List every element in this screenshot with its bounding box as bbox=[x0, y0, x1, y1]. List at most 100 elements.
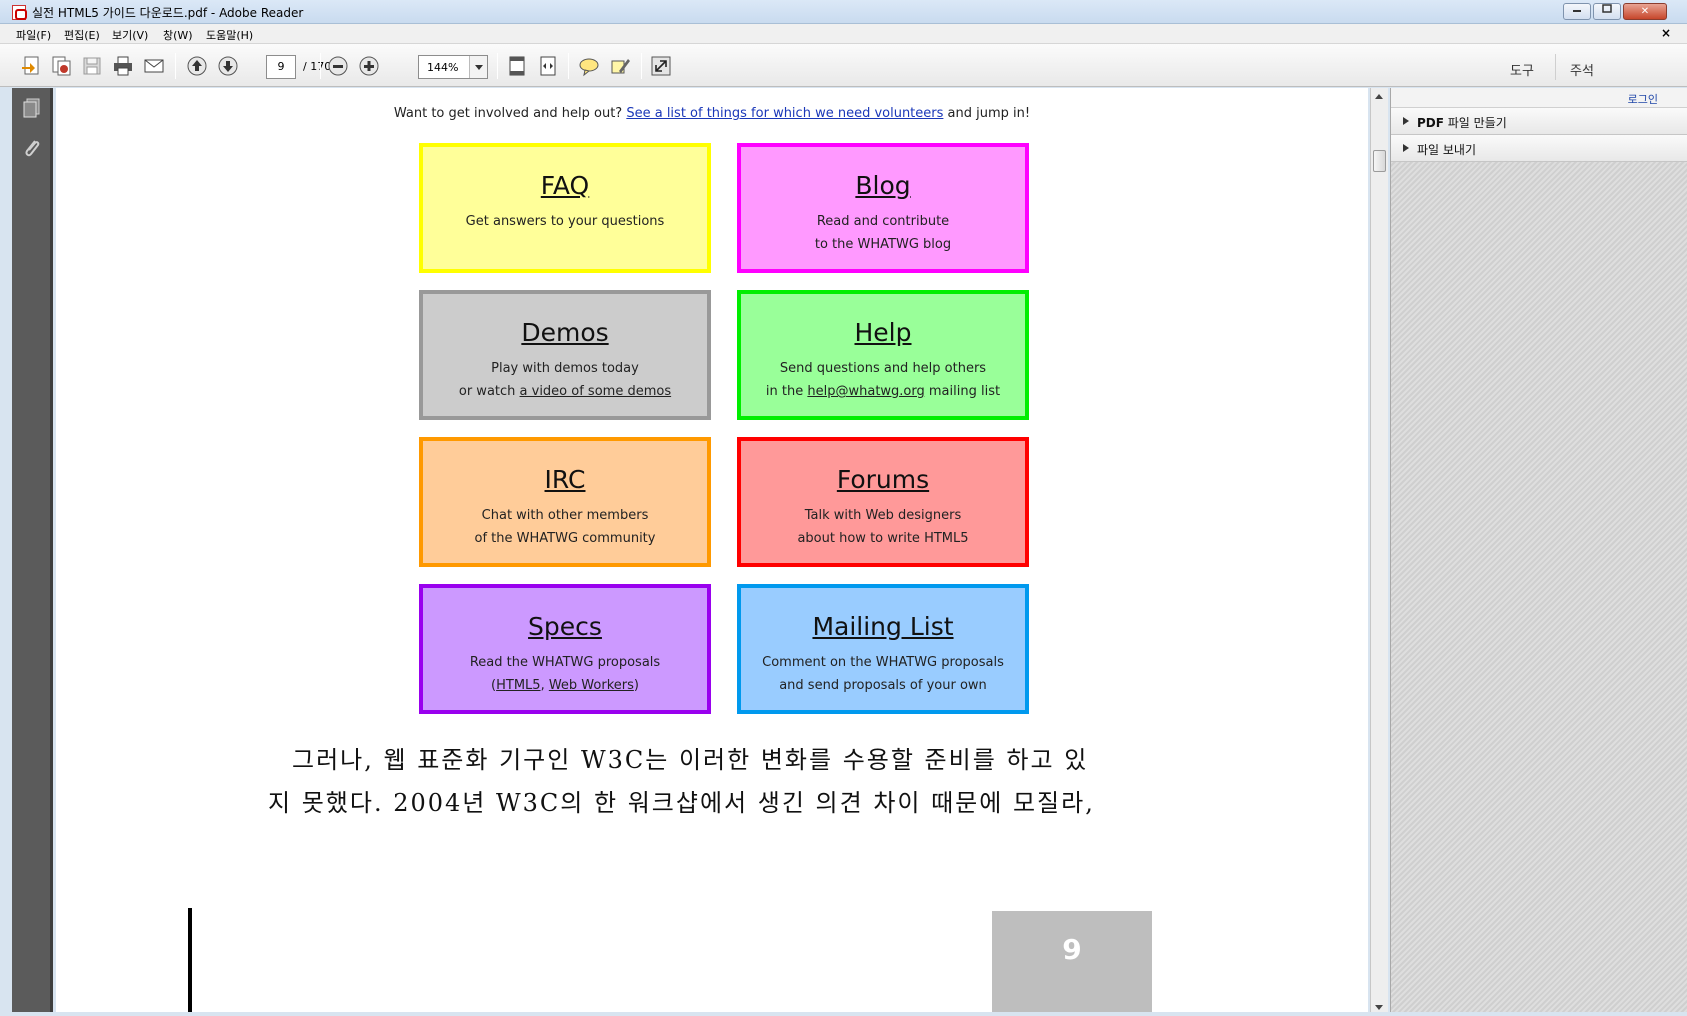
zoom-in-button[interactable] bbox=[356, 53, 382, 79]
irc-description-line2: of the WHATWG community bbox=[474, 531, 656, 546]
menu-file[interactable]: 파일(F) bbox=[16, 27, 51, 43]
menu-edit[interactable]: 편집(E) bbox=[64, 27, 100, 43]
comment-icon bbox=[579, 58, 599, 77]
volunteers-link[interactable]: See a list of things for which we need v… bbox=[626, 106, 943, 121]
tools-pane-button[interactable]: 도구 bbox=[1510, 60, 1534, 79]
blog-description-line1: Read and contribute bbox=[816, 214, 950, 229]
comment-button[interactable] bbox=[576, 53, 602, 79]
email-icon bbox=[144, 59, 164, 73]
send-file-panel-item[interactable]: 파일 보내기 bbox=[1391, 135, 1687, 162]
pdf-label-bold: PDF bbox=[1417, 116, 1444, 130]
expand-triangle-icon bbox=[1403, 117, 1409, 125]
help-email-link[interactable]: help@whatwg.org bbox=[807, 384, 924, 399]
minimize-icon bbox=[1573, 10, 1581, 12]
fit-width-icon bbox=[540, 56, 556, 76]
combine-icon bbox=[52, 56, 71, 76]
forums-description-line2: about how to write HTML5 bbox=[797, 531, 969, 546]
html5-link[interactable]: HTML5 bbox=[496, 678, 540, 693]
specs-description-line2: (HTML5, Web Workers) bbox=[423, 674, 707, 697]
zoom-in-icon bbox=[359, 56, 379, 76]
fit-page-button[interactable] bbox=[504, 53, 530, 79]
specs-description-line1: Read the WHATWG proposals bbox=[469, 655, 661, 670]
demos-link[interactable]: Demos bbox=[423, 318, 707, 347]
page-number-badge: 9 bbox=[992, 911, 1152, 1016]
faq-link[interactable]: FAQ bbox=[423, 171, 707, 200]
menu-window[interactable]: 창(W) bbox=[163, 27, 193, 43]
chevron-down-icon[interactable] bbox=[469, 56, 487, 78]
window-bottom-border bbox=[0, 1012, 1687, 1016]
toolbar-separator bbox=[568, 53, 569, 79]
save-button[interactable] bbox=[79, 53, 105, 79]
scroll-up-icon[interactable] bbox=[1375, 94, 1383, 99]
email-button[interactable] bbox=[141, 53, 167, 79]
specs-link[interactable]: Specs bbox=[423, 612, 707, 641]
forums-description-line1: Talk with Web designers bbox=[804, 508, 962, 523]
demos-description-line2: or watch a video of some demos bbox=[423, 380, 707, 403]
page-number-label: 9 bbox=[1062, 933, 1082, 966]
scroll-down-icon[interactable] bbox=[1375, 1005, 1383, 1010]
blog-card[interactable]: Blog Read and contribute to the WHATWG b… bbox=[737, 143, 1029, 273]
comment-pane-button[interactable]: 주석 bbox=[1570, 60, 1594, 79]
help-line2-suffix: mailing list bbox=[924, 384, 1001, 399]
previous-page-button[interactable] bbox=[184, 53, 210, 79]
next-page-button[interactable] bbox=[215, 53, 241, 79]
body-text-line1: 그러나, 웹 표준화 기구인 W3C는 이러한 변화를 수용할 준비를 하고 있 bbox=[292, 746, 1089, 774]
mailing-list-link[interactable]: Mailing List bbox=[741, 612, 1025, 641]
create-pdf-icon bbox=[22, 56, 39, 75]
demos-card[interactable]: Demos Play with demos today or watch a v… bbox=[419, 290, 711, 420]
page-thumbnails-button[interactable] bbox=[20, 96, 44, 120]
print-button[interactable] bbox=[110, 53, 136, 79]
adobe-reader-icon bbox=[12, 5, 27, 20]
send-file-label: 파일 보내기 bbox=[1417, 143, 1477, 157]
highlight-icon bbox=[611, 59, 630, 74]
forums-card[interactable]: Forums Talk with Web designers about how… bbox=[737, 437, 1029, 567]
demos-description-line1: Play with demos today bbox=[491, 361, 639, 376]
menu-help[interactable]: 도움말(H) bbox=[206, 27, 253, 43]
attachments-button[interactable] bbox=[20, 136, 44, 160]
zoom-out-button[interactable] bbox=[325, 53, 351, 79]
help-card[interactable]: Help Send questions and help others in t… bbox=[737, 290, 1029, 420]
fit-width-button[interactable] bbox=[535, 53, 561, 79]
navigation-pane bbox=[12, 88, 53, 1016]
attachments-icon bbox=[25, 140, 40, 157]
blog-description-line2: to the WHATWG blog bbox=[814, 237, 952, 252]
create-pdf-panel-item[interactable]: PDF 파일 만들기 bbox=[1391, 108, 1687, 135]
faq-description: Get answers to your questions bbox=[465, 214, 665, 229]
close-button[interactable]: ✕ bbox=[1623, 3, 1667, 20]
combine-button[interactable] bbox=[48, 53, 74, 79]
document-view[interactable]: Want to get involved and help out? See a… bbox=[56, 88, 1368, 1016]
paren-close: ) bbox=[633, 678, 639, 693]
next-page-icon bbox=[218, 56, 238, 76]
minimize-button[interactable] bbox=[1563, 3, 1591, 20]
scroll-thumb[interactable] bbox=[1373, 150, 1386, 172]
page-number-input[interactable]: 9 bbox=[266, 55, 296, 79]
irc-card[interactable]: IRC Chat with other members of the WHATW… bbox=[419, 437, 711, 567]
highlight-button[interactable] bbox=[607, 53, 633, 79]
tools-pane: 로그인 PDF 파일 만들기 파일 보내기 bbox=[1390, 88, 1687, 1016]
irc-link[interactable]: IRC bbox=[423, 465, 707, 494]
faq-card[interactable]: FAQ Get answers to your questions bbox=[419, 143, 711, 273]
irc-description-line1: Chat with other members bbox=[481, 508, 649, 523]
toolbar-separator bbox=[320, 53, 321, 79]
login-link[interactable]: 로그인 bbox=[1628, 91, 1658, 107]
help-link[interactable]: Help bbox=[741, 318, 1025, 347]
zoom-select[interactable]: 144% bbox=[418, 55, 488, 79]
vertical-scrollbar[interactable] bbox=[1370, 88, 1388, 1016]
full-screen-button[interactable] bbox=[648, 53, 674, 79]
maximize-button[interactable] bbox=[1593, 3, 1621, 20]
toolbar-separator bbox=[1555, 54, 1556, 80]
create-pdf-button[interactable] bbox=[18, 53, 44, 79]
demo-video-link[interactable]: a video of some demos bbox=[520, 384, 672, 399]
toolbar-separator bbox=[641, 53, 642, 79]
full-screen-icon bbox=[651, 56, 671, 76]
blog-link[interactable]: Blog bbox=[741, 171, 1025, 200]
menu-view[interactable]: 보기(V) bbox=[112, 27, 148, 43]
web-workers-link[interactable]: Web Workers bbox=[549, 678, 634, 693]
specs-card[interactable]: Specs Read the WHATWG proposals (HTML5, … bbox=[419, 584, 711, 714]
title-bar: 실전 HTML5 가이드 다운로드.pdf - Adobe Reader ✕ bbox=[0, 0, 1687, 24]
forums-link[interactable]: Forums bbox=[741, 465, 1025, 494]
help-description-line2: in the help@whatwg.org mailing list bbox=[741, 380, 1025, 403]
mailing-list-card[interactable]: Mailing List Comment on the WHATWG propo… bbox=[737, 584, 1029, 714]
body-text-line2: 지 못했다. 2004년 W3C의 한 워크샵에서 생긴 의견 차이 때문에 모… bbox=[268, 789, 1095, 817]
document-close-button[interactable]: × bbox=[1661, 26, 1671, 40]
